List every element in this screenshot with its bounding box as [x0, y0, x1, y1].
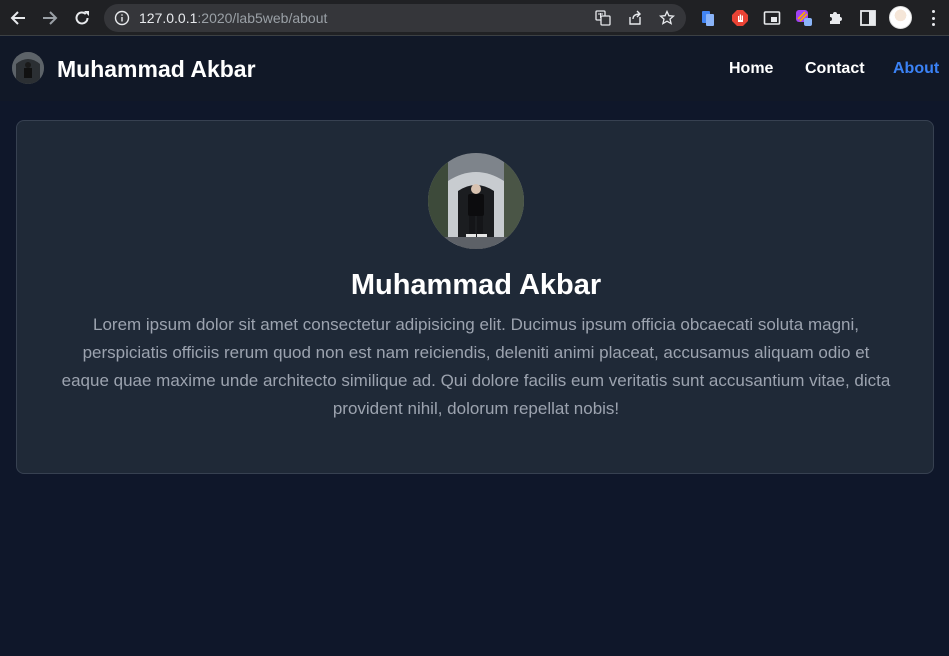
side-panel-icon[interactable]: [859, 9, 877, 27]
kebab-menu-icon[interactable]: [923, 8, 943, 28]
forward-button[interactable]: [38, 6, 62, 30]
url-text: 127.0.0.1:2020/lab5web/about: [139, 10, 327, 26]
star-icon[interactable]: [659, 10, 675, 26]
adblock-extension-icon[interactable]: [731, 9, 749, 27]
brand-avatar[interactable]: [12, 52, 44, 84]
url-path: :2020/lab5web/about: [197, 10, 328, 26]
profile-bio: Lorem ipsum dolor sit amet consectetur a…: [61, 315, 891, 418]
pattern-extension-icon[interactable]: [795, 9, 813, 27]
nav-link-home[interactable]: Home: [729, 59, 773, 79]
profile-avatar[interactable]: [889, 6, 912, 29]
nav-link-about[interactable]: About: [893, 59, 939, 79]
arrow-right-icon: [43, 11, 58, 25]
brand-avatar-image: [12, 52, 44, 84]
brand-name[interactable]: Muhammad Akbar: [57, 55, 256, 83]
puzzle-icon[interactable]: [827, 9, 845, 27]
arrow-left-icon: [10, 11, 25, 25]
profile-photo: [428, 153, 524, 249]
url-host: 127.0.0.1: [139, 10, 198, 26]
profile-name: Muhammad Akbar: [350, 269, 602, 301]
address-bar[interactable]: 127.0.0.1:2020/lab5web/about: [104, 4, 686, 32]
picture-in-picture-icon[interactable]: [763, 9, 781, 27]
docs-extension-icon[interactable]: [699, 9, 717, 27]
profile-photo-image: [428, 153, 524, 249]
share-icon[interactable]: [627, 10, 643, 26]
back-button[interactable]: [6, 6, 30, 30]
reload-icon: [75, 11, 89, 25]
translate-icon[interactable]: [595, 10, 611, 26]
reload-button[interactable]: [70, 6, 94, 30]
info-icon[interactable]: [114, 10, 130, 26]
nav-link-contact[interactable]: Contact: [805, 59, 865, 79]
browser-toolbar: 127.0.0.1:2020/lab5web/about: [0, 0, 949, 36]
profile-card: Muhammad Akbar Lorem ipsum dolor sit ame…: [16, 120, 934, 474]
site-navbar: Muhammad Akbar Home Contact About: [0, 37, 949, 101]
